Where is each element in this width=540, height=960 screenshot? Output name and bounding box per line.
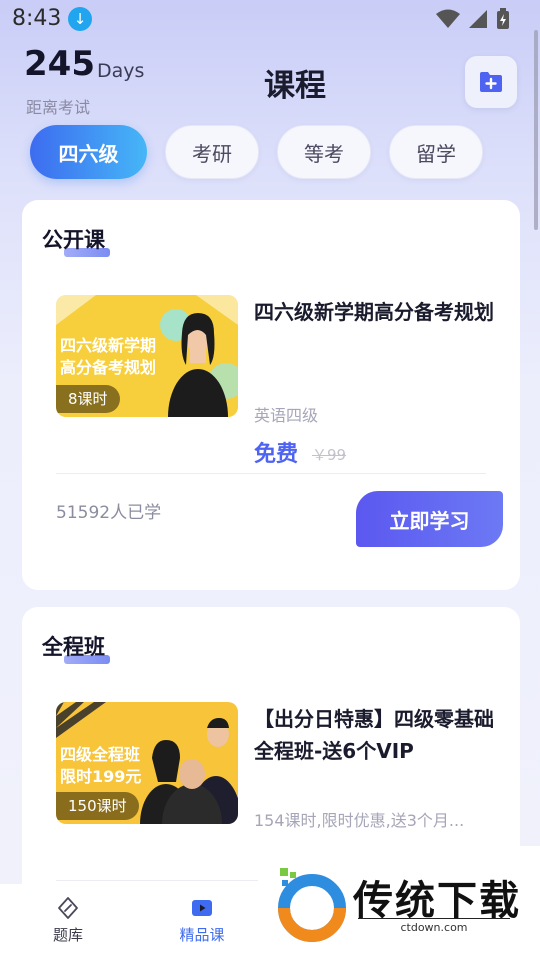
tab-study-abroad[interactable]: 留学 (389, 125, 483, 179)
tab-postgrad[interactable]: 考研 (165, 125, 259, 179)
page-title: 课程 (264, 68, 326, 104)
learner-count: 51592人已学 (56, 503, 162, 523)
course-thumbnail[interactable]: 四级全程班 限时199元 150课时 (56, 702, 238, 824)
course-price: 免费 (254, 442, 299, 467)
watermark-url: ctdown.com (358, 918, 510, 934)
status-bar: 8:43 ↓ (0, 0, 540, 38)
watermark-logo-icon (278, 868, 346, 942)
category-tabs: 四六级 考研 等考 留学 (30, 125, 483, 179)
thumbnail-caption-line: 限时199元 (60, 767, 142, 786)
tab-ncre[interactable]: 等考 (277, 125, 371, 179)
divider (56, 473, 486, 474)
original-price: ￥99 (312, 446, 347, 464)
add-plan-button[interactable] (465, 56, 517, 108)
system-icons (436, 8, 510, 30)
thumbnail-caption-line: 高分备考规划 (60, 358, 157, 377)
course-thumbnail[interactable]: 四六级新学期 高分备考规划 8课时 (56, 295, 238, 417)
course-subtitle: 154课时,限时优惠,送3个月... (254, 811, 465, 830)
nav-item-premium-courses[interactable]: 精品课 (162, 896, 242, 945)
open-course-card: 公开课 四六级新学期 高分备考规划 8课时 四六级新学期高分备考规划 英语四级 … (22, 200, 520, 590)
battery-icon (497, 8, 509, 29)
lesson-count-badge: 150课时 (56, 792, 139, 820)
course-title[interactable]: 【出分日特惠】四级零基础全程班-送6个VIP (254, 703, 494, 767)
nav-item-label: 精品课 (179, 926, 225, 944)
edit-diamond-icon (58, 897, 78, 919)
section-title: 公开课 (42, 224, 110, 257)
watermark: 传统下载 ctdown.com (258, 846, 540, 960)
status-time: 8:43 (12, 6, 62, 31)
tab-cet[interactable]: 四六级 (30, 125, 147, 179)
nav-item-label: 题库 (52, 926, 83, 944)
video-play-icon (192, 900, 212, 916)
download-arrow-icon: ↓ (68, 7, 92, 31)
lesson-count-badge: 8课时 (56, 385, 120, 413)
start-learning-button[interactable]: 立即学习 (356, 491, 503, 547)
course-title[interactable]: 四六级新学期高分备考规划 (254, 296, 494, 328)
nav-item-question-bank[interactable]: 题库 (28, 896, 108, 945)
wifi-icon (436, 9, 460, 28)
signal-icon (469, 10, 487, 28)
course-subtitle: 英语四级 (254, 406, 319, 425)
thumbnail-caption-line: 四级全程班 (60, 745, 141, 764)
calendar-plus-icon (480, 72, 502, 92)
section-title: 全程班 (42, 631, 110, 664)
thumbnail-caption-line: 四六级新学期 (60, 336, 157, 355)
